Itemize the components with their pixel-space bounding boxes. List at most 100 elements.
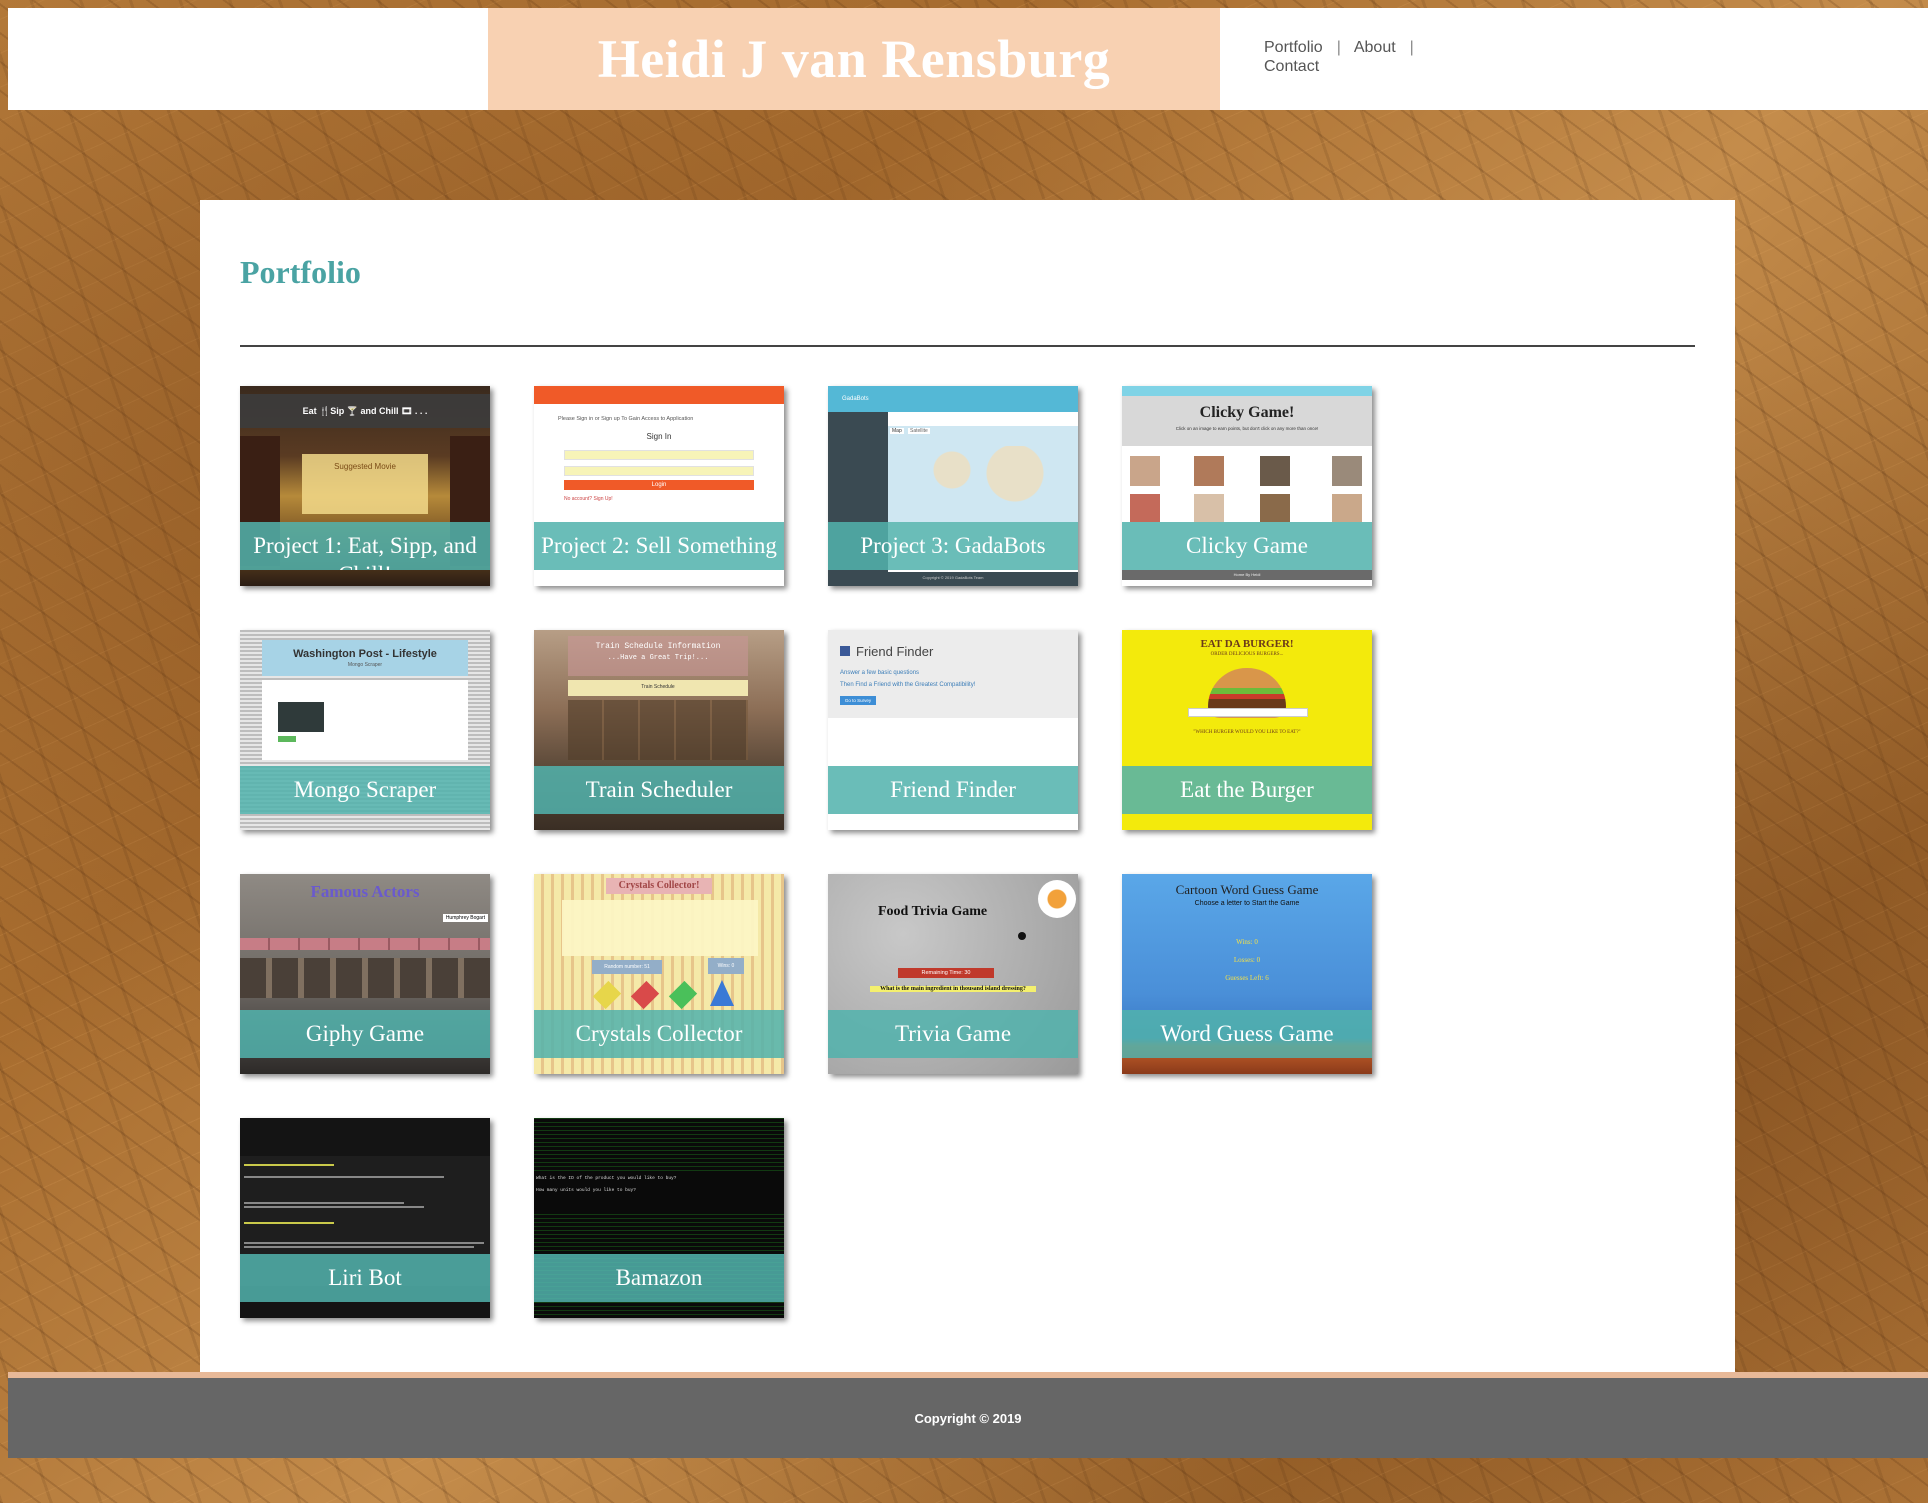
project-label-bar: Bamazon — [534, 1254, 784, 1302]
thumb-heading: Crystals Collector! — [618, 880, 700, 891]
project-card-eat-the-burger[interactable]: EAT DA BURGER! ORDER DELICIOUS BURGERS..… — [1122, 630, 1372, 830]
main-nav: Portfolio | About | Contact — [1264, 38, 1464, 76]
project-label-bar: Word Guess Game — [1122, 1010, 1372, 1058]
project-label-bar: Mongo Scraper — [240, 766, 490, 814]
thumb-heading: Food Trivia Game — [878, 904, 988, 919]
project-title: Bamazon — [615, 1265, 703, 1290]
thumb-footer: Home By Heidi — [1233, 572, 1261, 577]
project-card-clicky-game[interactable]: Clicky Game! Click on an image to earn p… — [1122, 386, 1372, 586]
project-card-bamazon[interactable]: What is the ID of the product you would … — [534, 1118, 784, 1318]
project-label-bar: Project 1: Eat, Sipp, and Chill! — [240, 522, 490, 570]
thumb-sub2: "WHICH BURGER WOULD YOU LIKE TO EAT?" — [1193, 730, 1301, 735]
thumb-sub2: Then Find a Friend with the Greatest Com… — [840, 682, 976, 688]
project-label-bar: Eat the Burger — [1122, 766, 1372, 814]
nav-about[interactable]: About — [1354, 39, 1396, 56]
site-title[interactable]: Heidi J van Rensburg — [598, 28, 1111, 90]
project-title: Project 3: GadaBots — [860, 533, 1046, 558]
project-title: Clicky Game — [1186, 533, 1308, 558]
project-label-bar: Trivia Game — [828, 1010, 1078, 1058]
thumb-sub: ORDER DELICIOUS BURGERS... — [1210, 652, 1284, 657]
thumb-satellite-tab: Satellite — [908, 428, 930, 434]
thumb-heading: Sign In — [646, 432, 672, 441]
thumb-sub2: Wins: 0 — [708, 958, 744, 974]
page-title: Portfolio — [240, 254, 361, 290]
project-card-friend-finder[interactable]: Friend Finder Answer a few basic questio… — [828, 630, 1078, 830]
project-card-train-scheduler[interactable]: Train Schedule Information ...Have a Gre… — [534, 630, 784, 830]
project-title: Word Guess Game — [1160, 1021, 1334, 1046]
thumb-heading: Eat 🍴Sip 🍸 and Chill 🎞 . . . — [302, 406, 428, 416]
thumb-button: Login — [564, 480, 754, 490]
nav-contact[interactable]: Contact — [1264, 58, 1319, 75]
main-content: Portfolio Eat 🍴Sip 🍸 and Chill 🎞 . . . S… — [200, 200, 1735, 1372]
brand-banner: Heidi J van Rensburg — [488, 8, 1220, 110]
copyright-text: Copyright © 2019 — [914, 1410, 1022, 1426]
project-label-bar: Crystals Collector — [534, 1010, 784, 1058]
project-title: Project 1: Eat, Sipp, and Chill! — [253, 533, 477, 570]
project-label-bar: Liri Bot — [240, 1254, 490, 1302]
thumb-sub: Click on an image to earn points, but do… — [1175, 426, 1319, 431]
project-card-eat-sipp-chill[interactable]: Eat 🍴Sip 🍸 and Chill 🎞 . . . Suggested M… — [240, 386, 490, 586]
crystal-icon — [668, 980, 698, 1010]
crystal-icon — [710, 980, 734, 1006]
project-label-bar: Clicky Game — [1122, 522, 1372, 570]
nav-portfolio[interactable]: Portfolio — [1264, 39, 1323, 56]
thumb-sub2: Train Schedule — [641, 684, 675, 690]
project-label-bar: Giphy Game — [240, 1010, 490, 1058]
thumb-heading: Clicky Game! — [1199, 404, 1295, 421]
project-title: Friend Finder — [890, 777, 1016, 802]
thumb-heading: Train Schedule Information — [595, 642, 721, 651]
project-label-bar: Train Scheduler — [534, 766, 784, 814]
nav-separator: | — [1409, 39, 1414, 56]
project-title: Liri Bot — [328, 1265, 402, 1290]
project-card-trivia-game[interactable]: Food Trivia Game Remaining Time: 30 What… — [828, 874, 1078, 1074]
project-title: Trivia Game — [894, 1021, 1012, 1046]
thumb-heading: Famous Actors — [310, 882, 420, 901]
project-card-word-guess-game[interactable]: Cartoon Word Guess Game Choose a letter … — [1122, 874, 1372, 1074]
thumb-heading: Washington Post - Lifestyle — [293, 648, 437, 660]
project-title: Mongo Scraper — [293, 777, 437, 802]
project-title: Project 2: Sell Something — [541, 533, 777, 558]
terminal-line: How many units would you like to buy? — [536, 1188, 636, 1193]
thumb-sub: Suggested Movie — [334, 462, 396, 471]
thumb-sub: Remaining Time: 30 — [898, 968, 994, 978]
project-label-bar: Project 3: GadaBots — [828, 522, 1078, 570]
site-header: Heidi J van Rensburg Portfolio | About | Co… — [8, 8, 1928, 110]
site-footer: Copyright © 2019 — [8, 1378, 1928, 1458]
project-label-bar: Project 2: Sell Something — [534, 522, 784, 570]
divider — [240, 345, 1695, 347]
thumb-map-tab: Map — [890, 428, 904, 434]
thumb-heading: Cartoon Word Guess Game — [1175, 882, 1319, 897]
thumb-heading: GadaBots — [842, 396, 869, 402]
project-title: Crystals Collector — [575, 1021, 743, 1046]
guesses-text: Guesses Left: 6 — [1225, 974, 1269, 982]
thumb-sub: Please Sign in or Sign up To Gain Access… — [558, 416, 694, 422]
losses-text: Losses: 0 — [1233, 956, 1261, 964]
egg-image — [1038, 880, 1076, 918]
crystal-icon — [630, 980, 660, 1010]
thumb-heading: Friend Finder — [856, 644, 934, 659]
thumb-heading: EAT DA BURGER! — [1200, 638, 1294, 650]
project-title: Train Scheduler — [585, 777, 733, 802]
thumb-sub: Choose a letter to Start the Game — [1194, 900, 1300, 907]
nav-separator: | — [1336, 39, 1341, 56]
project-card-giphy-game[interactable]: Famous Actors Humphrey Bogart Giphy Game — [240, 874, 490, 1074]
thumb-sub: Random number: 51 — [592, 960, 662, 974]
wins-text: Wins: 0 — [1236, 938, 1258, 946]
project-card-gadabots[interactable]: GadaBots Map Satellite Copyright © 2019 … — [828, 386, 1078, 586]
thumb-button: Humphrey Bogart — [442, 914, 488, 922]
terminal-line: What is the ID of the product you would … — [536, 1176, 677, 1181]
project-title: Eat the Burger — [1180, 777, 1314, 802]
project-card-sell-something[interactable]: Please Sign in or Sign up To Gain Access… — [534, 386, 784, 586]
thumb-sub: ...Have a Great Trip!... — [607, 654, 709, 662]
thumb-sub2: What is the main ingredient in thousand … — [870, 986, 1036, 992]
project-label-bar: Friend Finder — [828, 766, 1078, 814]
project-card-mongo-scraper[interactable]: Washington Post - Lifestyle Mongo Scrape… — [240, 630, 490, 830]
thumb-sub: Answer a few basic questions — [840, 670, 920, 676]
thumb-footer: Copyright © 2019 GadaBots Team — [922, 575, 984, 580]
thumb-button: Go to Survey — [840, 696, 876, 705]
project-card-liri-bot[interactable]: Liri Bot — [240, 1118, 490, 1318]
thumb-sub: Mongo Scraper — [347, 662, 383, 668]
project-card-crystals-collector[interactable]: Crystals Collector! Random number: 51 Wi… — [534, 874, 784, 1074]
project-title: Giphy Game — [305, 1021, 425, 1046]
thumb-link: No account? Sign Up! — [564, 496, 613, 502]
